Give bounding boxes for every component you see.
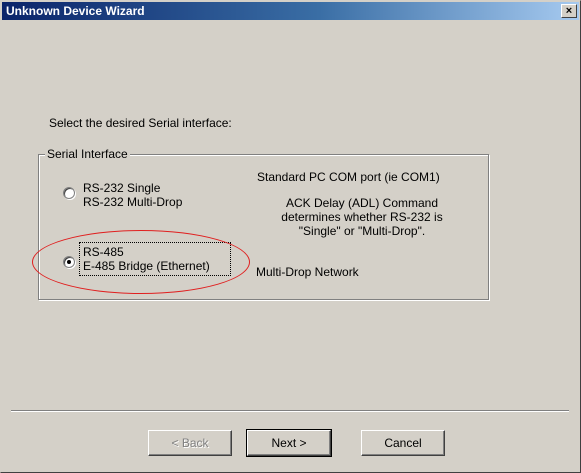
next-button[interactable]: Next >: [246, 429, 332, 457]
back-button[interactable]: < Back: [148, 430, 232, 456]
desc-ack-delay-1: ACK Delay (ADL) Command: [285, 196, 439, 210]
window-title: Unknown Device Wizard: [6, 4, 145, 18]
title-bar[interactable]: Unknown Device Wizard ×: [2, 2, 579, 20]
desc-multidrop-network: Multi-Drop Network: [256, 265, 359, 279]
cancel-button[interactable]: Cancel: [361, 430, 445, 456]
desc-standard-com: Standard PC COM port (ie COM1): [257, 170, 440, 184]
option-rs232-single-label[interactable]: RS-232 Single: [83, 181, 160, 195]
group-label: Serial Interface: [45, 147, 130, 161]
desc-ack-delay-2: determines whether RS-232 is: [281, 210, 443, 224]
desc-ack-delay-3: "Single" or "Multi-Drop".: [298, 224, 426, 238]
radio-rs232[interactable]: [63, 187, 75, 199]
annotation-ellipse: [32, 230, 250, 294]
prompt-text: Select the desired Serial interface:: [49, 116, 232, 130]
wizard-window: Unknown Device Wizard × Select the desir…: [0, 0, 581, 473]
separator: [11, 410, 569, 412]
option-rs232-multidrop-label[interactable]: RS-232 Multi-Drop: [83, 195, 182, 209]
close-button[interactable]: ×: [561, 4, 577, 18]
